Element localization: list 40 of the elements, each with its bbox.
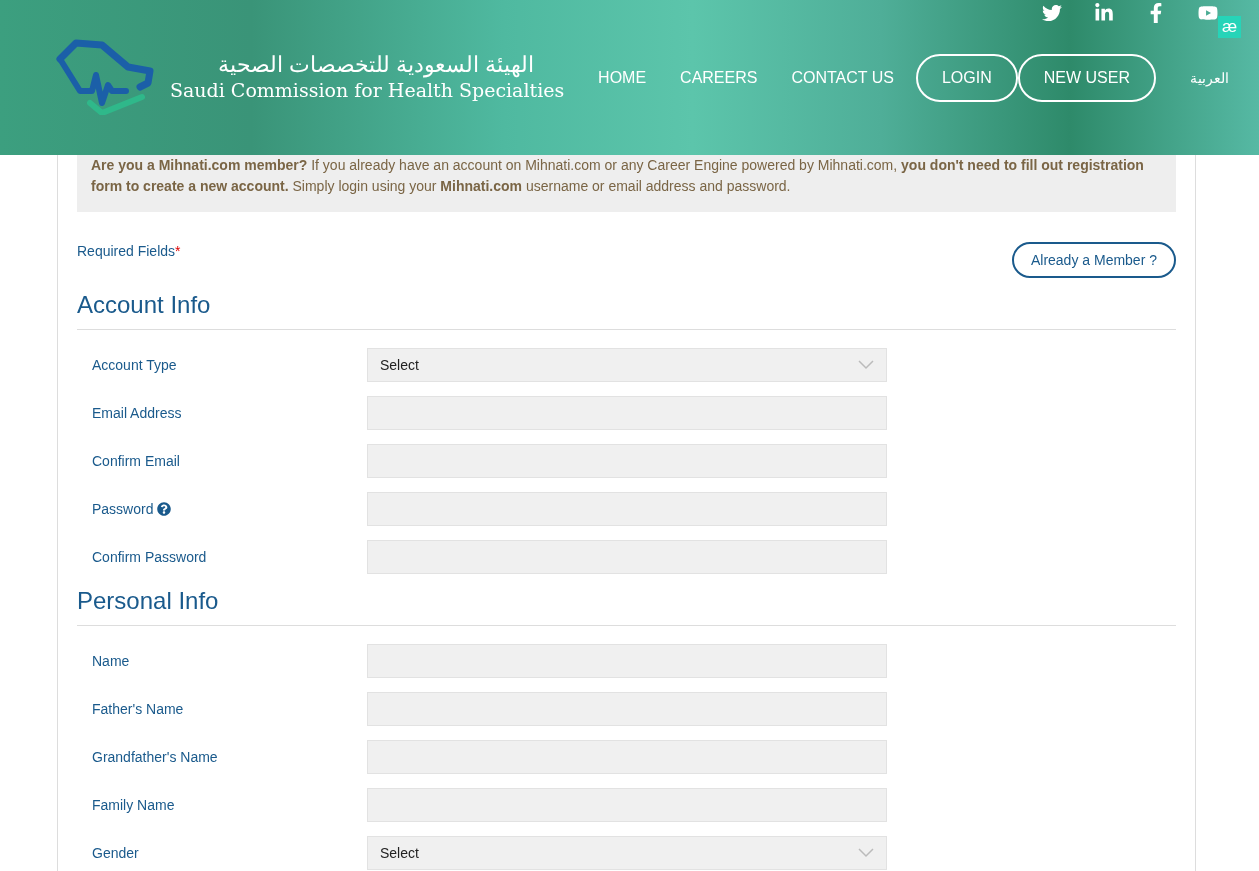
section-title: Personal Info <box>77 587 1176 626</box>
extension-badge[interactable]: æ <box>1218 16 1241 38</box>
nav-button[interactable]: NEW USER <box>1017 53 1156 102</box>
input-field[interactable] <box>367 644 887 678</box>
input-field[interactable] <box>367 396 887 430</box>
nav-link[interactable]: HOME <box>598 68 647 87</box>
input-field[interactable] <box>367 788 887 822</box>
field-label: Password <box>92 501 154 517</box>
input-field[interactable] <box>367 740 887 774</box>
linkedin-icon[interactable] <box>1093 3 1115 23</box>
field-label: Grandfather's Name <box>92 749 218 765</box>
select-field[interactable]: Select <box>367 836 887 870</box>
input-field[interactable] <box>367 692 887 726</box>
chevron-icon <box>858 360 874 370</box>
language-link[interactable]: العربية <box>1190 69 1229 86</box>
already-member-button[interactable]: Already a Member ? <box>1011 242 1176 278</box>
twitter-icon[interactable] <box>1041 3 1063 23</box>
field-label: Gender <box>92 845 139 861</box>
field-label: Father's Name <box>92 701 184 717</box>
nav-link[interactable]: CAREERS <box>680 68 758 87</box>
member-notice: Are you a Mihnati.com member? If you already have an account on Mihnati.com or any Career Engine powered by Mihnati.com, you don't need to fill out registration form to create a new account. Simply login using your Mihnati.com username or email address and password. <box>77 155 1176 212</box>
logo-english-text: Saudi Commission for Health Specialties <box>170 78 565 102</box>
nav-button[interactable]: LOGIN <box>915 53 1018 102</box>
logo-arabic-text: الهيئة السعودية للتخصصات الصحية <box>217 51 535 78</box>
select-field[interactable]: Select <box>367 348 887 382</box>
field-label: Name <box>92 653 130 669</box>
youtube-icon[interactable] <box>1197 3 1219 23</box>
input-field[interactable] <box>367 444 887 478</box>
field-label: Confirm Email <box>92 453 180 469</box>
input-field[interactable] <box>367 492 887 526</box>
nav-link[interactable]: CONTACT US <box>791 68 894 87</box>
section-title: Account Info <box>77 291 1176 330</box>
field-label: Family Name <box>92 797 175 813</box>
field-label: Account Type <box>92 357 177 373</box>
field-label: Confirm Password <box>92 549 207 565</box>
field-label: Email Address <box>92 405 182 421</box>
input-field[interactable] <box>367 540 887 574</box>
help-icon[interactable] <box>157 502 172 516</box>
chevron-icon <box>858 848 874 858</box>
required-fields-note: Required Fields* <box>77 243 181 259</box>
